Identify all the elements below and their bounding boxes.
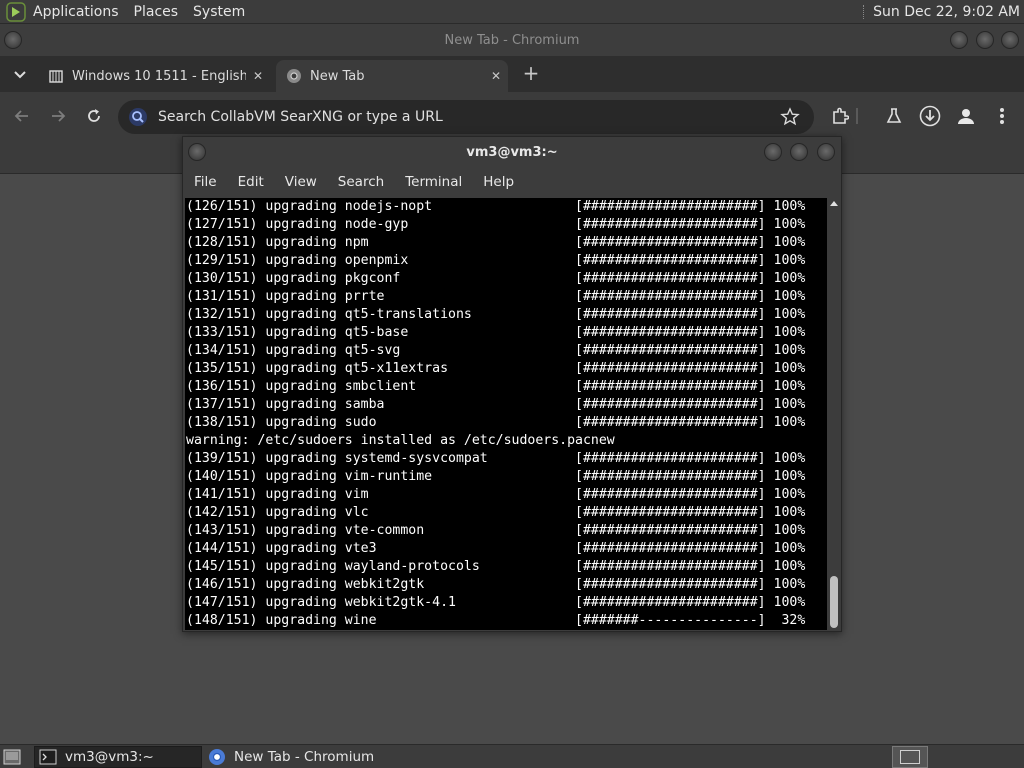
terminal-line: (143/151) upgrading vte-common [########… <box>186 523 806 538</box>
terminal-line: (136/151) upgrading smbclient [#########… <box>186 379 806 394</box>
top-panel: Applications Places System Sun Dec 22, 9… <box>0 0 1024 24</box>
address-bar-placeholder: Search CollabVM SearXNG or type a URL <box>158 109 443 125</box>
terminal-titlebar[interactable]: vm3@vm3:~ <box>183 137 841 167</box>
tab-strip: Windows 10 1511 - English/F ✕ New Tab ✕ … <box>0 56 1024 92</box>
menu-file[interactable]: File <box>194 174 217 190</box>
show-desktop-icon[interactable] <box>3 749 21 765</box>
terminal-line: (131/151) upgrading prrte [#############… <box>186 289 806 304</box>
terminal-line: (135/151) upgrading qt5-x11extras [#####… <box>186 361 806 376</box>
clock[interactable]: Sun Dec 22, 9:02 AM <box>873 4 1020 20</box>
terminal-title: vm3@vm3:~ <box>466 144 558 160</box>
terminal-line: (141/151) upgrading vim [###############… <box>186 487 806 502</box>
download-icon[interactable] <box>918 104 942 128</box>
reload-icon[interactable] <box>82 104 106 128</box>
terminal-line: (144/151) upgrading vte3 [##############… <box>186 541 806 556</box>
menu-system[interactable]: System <box>193 4 245 20</box>
taskbar-item-terminal[interactable]: vm3@vm3:~ <box>34 746 202 768</box>
terminal-scrollbar[interactable] <box>828 198 840 630</box>
chevron-down-icon[interactable] <box>12 66 28 82</box>
terminal-line: (146/151) upgrading webkit2gtk [########… <box>186 577 806 592</box>
terminal-line: (129/151) upgrading openpmix [##########… <box>186 253 806 268</box>
back-icon[interactable] <box>10 104 34 128</box>
terminal-menubar: File Edit View Search Terminal Help <box>183 167 841 197</box>
chromium-icon <box>287 69 301 83</box>
minimize-button[interactable] <box>950 31 968 49</box>
panel-separator <box>863 5 865 19</box>
window-menu-button[interactable] <box>188 143 206 161</box>
workspace-switcher[interactable] <box>892 746 928 768</box>
tab-new-tab[interactable]: New Tab ✕ <box>276 60 508 92</box>
menu-terminal[interactable]: Terminal <box>405 174 462 190</box>
terminal-output[interactable]: (126/151) upgrading nodejs-nopt [#######… <box>185 198 827 630</box>
terminal-line: (140/151) upgrading vim-runtime [#######… <box>186 469 806 484</box>
terminal-line: (138/151) upgrading sudo [##############… <box>186 415 806 430</box>
menu-search[interactable]: Search <box>338 174 384 190</box>
close-button[interactable] <box>817 143 835 161</box>
close-icon[interactable]: ✕ <box>246 69 270 83</box>
window-menu-button[interactable] <box>4 31 22 49</box>
browser-toolbar: Search CollabVM SearXNG or type a URL <box>0 92 1024 140</box>
close-icon[interactable]: ✕ <box>484 69 508 83</box>
taskbar-item-chromium[interactable]: New Tab - Chromium <box>204 746 434 768</box>
menu-places[interactable]: Places <box>134 4 179 20</box>
taskbar-item-label: vm3@vm3:~ <box>65 749 154 765</box>
close-button[interactable] <box>1001 31 1019 49</box>
new-tab-button[interactable]: + <box>520 62 542 84</box>
window-title: New Tab - Chromium <box>444 32 580 48</box>
terminal-line: (133/151) upgrading qt5-base [##########… <box>186 325 806 340</box>
terminal-line: (142/151) upgrading vlc [###############… <box>186 505 806 520</box>
labs-flask-icon[interactable] <box>882 104 906 128</box>
taskbar-item-label: New Tab - Chromium <box>234 749 375 765</box>
chromium-titlebar[interactable]: New Tab - Chromium <box>0 24 1024 56</box>
search-icon <box>129 108 147 126</box>
terminal-line: (139/151) upgrading systemd-sysvcompat [… <box>186 451 806 466</box>
terminal-line: (134/151) upgrading qt5-svg [###########… <box>186 343 806 358</box>
terminal-line: (137/151) upgrading samba [#############… <box>186 397 806 412</box>
chromium-icon <box>209 749 225 765</box>
scrollbar-thumb[interactable] <box>830 576 838 628</box>
tab-windows[interactable]: Windows 10 1511 - English/F ✕ <box>38 60 270 92</box>
tab-title: New Tab <box>310 68 365 84</box>
bookmark-star-icon[interactable] <box>780 107 800 127</box>
minimize-button[interactable] <box>764 143 782 161</box>
terminal-line: (148/151) upgrading wine [#######-------… <box>186 613 806 628</box>
bottom-panel: vm3@vm3:~ New Tab - Chromium <box>0 744 1024 768</box>
toolbar-separator <box>856 108 858 124</box>
more-menu-icon[interactable] <box>990 104 1014 128</box>
document-icon <box>49 70 63 83</box>
menu-help[interactable]: Help <box>483 174 514 190</box>
maximize-button[interactable] <box>790 143 808 161</box>
terminal-line: (147/151) upgrading webkit2gtk-4.1 [####… <box>186 595 806 610</box>
system-logo-icon[interactable] <box>6 2 26 22</box>
maximize-button[interactable] <box>976 31 994 49</box>
terminal-line: (127/151) upgrading node-gyp [##########… <box>186 217 806 232</box>
address-bar[interactable]: Search CollabVM SearXNG or type a URL <box>118 100 814 134</box>
terminal-line: (126/151) upgrading nodejs-nopt [#######… <box>186 199 806 214</box>
menu-edit[interactable]: Edit <box>238 174 264 190</box>
terminal-line: (132/151) upgrading qt5-translations [##… <box>186 307 806 322</box>
terminal-line: (128/151) upgrading npm [###############… <box>186 235 806 250</box>
scroll-up-arrow-icon[interactable] <box>830 200 838 208</box>
menu-applications[interactable]: Applications <box>33 4 119 20</box>
terminal-warning-line: warning: /etc/sudoers installed as /etc/… <box>186 433 615 448</box>
workspace-thumbnail <box>900 750 920 764</box>
terminal-icon <box>39 749 57 765</box>
extensions-icon[interactable] <box>828 104 852 128</box>
menu-view[interactable]: View <box>285 174 317 190</box>
tab-title: Windows 10 1511 - English/F <box>72 68 246 84</box>
terminal-window: vm3@vm3:~ File Edit View Search Terminal… <box>182 136 842 632</box>
forward-icon[interactable] <box>46 104 70 128</box>
profile-icon[interactable] <box>954 104 978 128</box>
terminal-line: (145/151) upgrading wayland-protocols [#… <box>186 559 806 574</box>
terminal-line: (130/151) upgrading pkgconf [###########… <box>186 271 806 286</box>
